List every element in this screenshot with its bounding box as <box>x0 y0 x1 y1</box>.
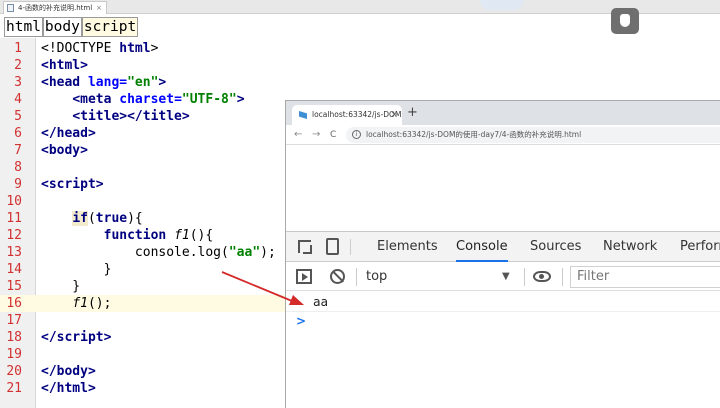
back-button[interactable]: ← <box>294 125 302 145</box>
device-toolbar-icon[interactable] <box>326 238 339 255</box>
url-text: localhost:63342/js-DOM的使用-day7/4-函数的补充说明… <box>366 130 582 139</box>
favicon-icon <box>299 111 307 119</box>
code-text: console.log("aa"); <box>41 245 276 260</box>
code-text: function f1(){ <box>103 228 214 243</box>
code-text: <head lang="en"> <box>41 75 167 90</box>
devtools-tab-bar: Elements Console Sources Network Perform <box>286 232 720 262</box>
toolbar-divider <box>356 268 357 286</box>
code-text: <meta charset="UTF-8"> <box>72 92 245 107</box>
line-number: 11 <box>6 211 22 226</box>
code-text: <title></title> <box>72 109 190 124</box>
line-number: 19 <box>6 347 22 362</box>
chevron-down-icon[interactable]: ▼ <box>502 263 510 291</box>
breadcrumb-body[interactable]: body <box>42 17 82 37</box>
code-line[interactable]: 2 <html> <box>0 57 720 74</box>
address-bar[interactable]: i localhost:63342/js-DOM的使用-day7/4-函数的补充… <box>346 127 720 143</box>
tab-console[interactable]: Console <box>456 232 508 262</box>
browser-window: localhost:63342/js-DOM的使用 × + ← → C i lo… <box>285 100 720 408</box>
line-number: 20 <box>6 364 22 379</box>
top-decoration <box>480 0 524 10</box>
code-text: </script> <box>41 330 112 345</box>
breadcrumb-script[interactable]: script <box>81 17 139 37</box>
code-line[interactable]: 1 <!DOCTYPE html> <box>0 40 720 57</box>
line-number: 18 <box>6 330 22 345</box>
console-toolbar: top ▼ Filter <box>286 263 720 291</box>
line-number: 14 <box>6 262 22 277</box>
extension-glyph-icon <box>620 14 630 27</box>
info-icon[interactable]: i <box>352 130 361 139</box>
code-text: <script> <box>41 177 104 192</box>
line-number: 4 <box>14 92 22 107</box>
line-number: 21 <box>6 381 22 396</box>
code-text: if(true){ <box>72 211 143 226</box>
browser-tab-strip: localhost:63342/js-DOM的使用 × + <box>286 101 720 125</box>
browser-tab-title: localhost:63342/js-DOM的使用 <box>312 110 402 119</box>
show-sidebar-icon[interactable] <box>296 269 312 284</box>
html-file-icon <box>7 4 14 12</box>
live-expression-eye-icon[interactable] <box>533 271 551 282</box>
code-text: } <box>41 279 81 294</box>
console-filter-input[interactable]: Filter <box>570 266 720 288</box>
line-number: 15 <box>6 279 22 294</box>
line-number: 12 <box>6 228 22 243</box>
tab-sources[interactable]: Sources <box>530 232 581 262</box>
line-number: 8 <box>14 160 22 175</box>
editor-file-tab[interactable]: 4-函数的补充说明.html × <box>3 1 108 14</box>
browser-toolbar: ← → C i localhost:63342/js-DOM的使用-day7/4… <box>286 125 720 145</box>
close-tab-icon[interactable]: × <box>390 105 398 125</box>
toolbar-divider <box>524 268 525 286</box>
line-number: 2 <box>14 58 22 73</box>
line-number: 6 <box>14 126 22 141</box>
browser-tab[interactable]: localhost:63342/js-DOM的使用 × <box>292 105 402 125</box>
editor-file-tab-label: 4-函数的补充说明.html <box>18 4 93 12</box>
code-text: </html> <box>41 381 96 396</box>
line-number: 16 <box>6 296 22 311</box>
tab-performance[interactable]: Perform <box>680 232 720 262</box>
console-prompt-icon[interactable]: > <box>296 314 306 328</box>
code-text: <!DOCTYPE html> <box>41 41 159 56</box>
line-number: 7 <box>14 143 22 158</box>
code-text: <body> <box>41 143 88 158</box>
line-number: 13 <box>6 245 22 260</box>
toolbar-divider <box>350 239 351 255</box>
line-number: 9 <box>14 177 22 192</box>
line-number: 3 <box>14 75 22 90</box>
toolbar-divider <box>562 268 563 286</box>
tab-network[interactable]: Network <box>603 232 657 262</box>
breadcrumb-html[interactable]: html <box>4 17 43 37</box>
close-tab-icon[interactable]: × <box>96 4 102 12</box>
reload-button[interactable]: C <box>330 125 336 145</box>
devtools-panel: Elements Console Sources Network Perform… <box>286 231 720 408</box>
forward-button[interactable]: → <box>312 125 320 145</box>
code-text: <html> <box>41 58 88 73</box>
context-selector[interactable]: top <box>366 263 516 291</box>
breadcrumb: html body script <box>4 17 139 37</box>
line-number: 17 <box>6 313 22 328</box>
code-text: </head> <box>41 126 96 141</box>
console-log-line: aa <box>286 292 720 312</box>
code-text: f1(); <box>72 296 112 311</box>
tab-elements[interactable]: Elements <box>377 232 438 262</box>
new-tab-button[interactable]: + <box>407 104 418 122</box>
toolbar-extension-icon[interactable] <box>611 8 639 34</box>
code-line[interactable]: 3 <head lang="en"> <box>0 74 720 91</box>
inspect-element-icon[interactable] <box>298 240 311 253</box>
clear-console-icon[interactable] <box>330 269 345 284</box>
line-number: 1 <box>14 41 22 56</box>
code-text: } <box>41 262 112 277</box>
code-text: </body> <box>41 364 96 379</box>
line-number: 5 <box>14 109 22 124</box>
line-number: 10 <box>6 194 22 209</box>
